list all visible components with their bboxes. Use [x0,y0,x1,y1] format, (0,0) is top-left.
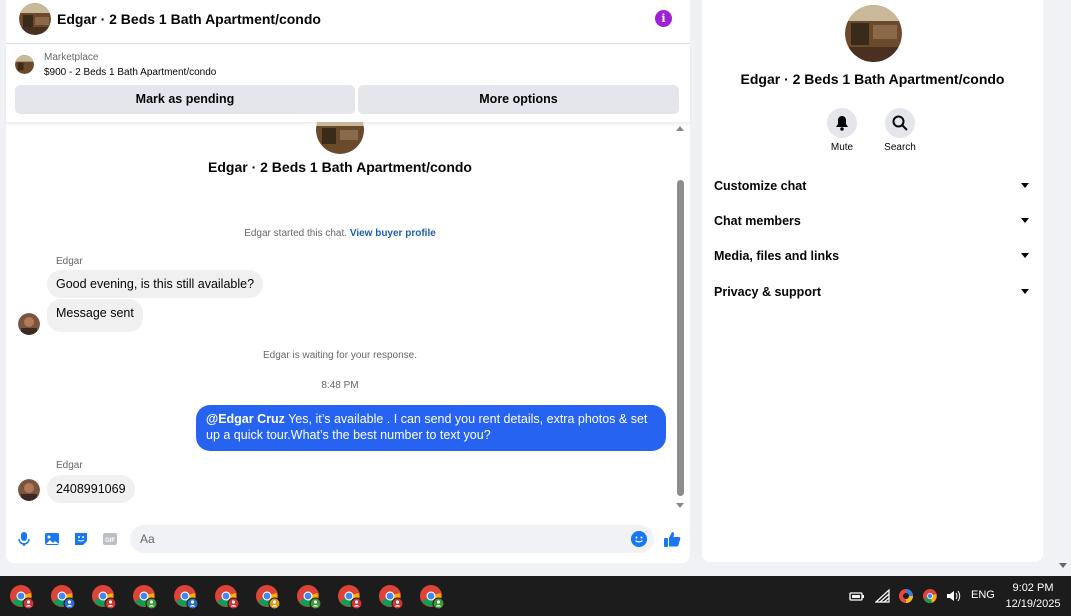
waiting-notice: Edgar is waiting for your response. [263,350,417,361]
chevron-down-icon [1021,253,1029,258]
chrome-profile-taskbar-icon[interactable] [296,584,322,610]
section-customize-chat[interactable]: Customize chat [714,179,1031,199]
search-label: Search [884,142,916,153]
message-input[interactable] [130,525,654,553]
sender-name: Edgar [56,256,83,267]
mute-button[interactable]: Mute [817,108,867,153]
section-label: Chat members [714,214,801,228]
sender-avatar[interactable] [18,479,40,501]
listing-price-title[interactable]: $900 - 2 Beds 1 Bath Apartment/condo [44,67,216,78]
incoming-message[interactable]: 2408991069 [47,475,135,503]
bell-icon [836,116,848,131]
chat-header: Edgar · 2 Beds 1 Bath Apartment/condo i [6,0,690,44]
chat-started-text: Edgar started this chat. [244,228,348,239]
chrome-profile-taskbar-icon[interactable] [50,584,76,610]
chat-info-panel: Edgar · 2 Beds 1 Bath Apartment/condo Mu… [702,0,1043,562]
chrome-profile-taskbar-icon[interactable] [91,584,117,610]
emoji-icon[interactable] [631,531,647,547]
section-chat-members[interactable]: Chat members [714,214,1031,234]
listing-thumbnail[interactable] [15,55,34,74]
section-label: Media, files and links [714,249,840,263]
photo-icon[interactable] [44,531,60,547]
language-indicator[interactable]: ENG [971,589,995,601]
chrome-profile-taskbar-icon[interactable] [214,584,240,610]
taskbar: ENG 9:02 PM 12/19/2025 [0,576,1071,616]
scroll-down-arrow[interactable] [676,503,684,508]
marketplace-strip: Marketplace $900 - 2 Beds 1 Bath Apartme… [6,45,690,122]
chevron-down-icon [1021,218,1029,223]
profile-avatar[interactable] [845,5,902,62]
chevron-down-icon [1021,183,1029,188]
mute-circle[interactable] [827,108,857,138]
incoming-message[interactable]: Message sent [47,299,143,332]
composer: GIF [6,520,690,558]
sender-avatar[interactable] [18,313,40,335]
profile-title: Edgar · 2 Beds 1 Bath Apartment/condo [740,71,1005,87]
chrome-profile-taskbar-icon[interactable] [9,584,35,610]
gif-icon[interactable]: GIF [102,531,118,547]
section-label: Customize chat [714,179,807,193]
section-label: Privacy & support [714,285,821,299]
chrome-profile-taskbar-icon[interactable] [378,584,404,610]
mute-label: Mute [830,142,854,153]
thumbs-up-icon[interactable] [663,530,681,548]
view-buyer-profile-link[interactable]: View buyer profile [350,228,436,239]
incoming-message[interactable]: Good evening, is this still available? [47,270,264,298]
chat-started-notice: Edgar started this chat. View buyer prof… [6,228,674,239]
wifi-icon[interactable] [875,588,891,604]
volume-icon[interactable] [945,588,961,604]
mark-as-pending-button[interactable]: Mark as pending [15,85,355,114]
mention[interactable]: @Edgar Cruz [206,412,285,426]
outgoing-message[interactable]: @Edgar Cruz Yes, it’s available . I can … [196,405,666,451]
sticker-icon[interactable] [73,531,89,547]
page-scroll-down-arrow[interactable] [1059,563,1067,568]
battery-icon[interactable] [849,588,865,604]
clock-time: 9:02 PM [1012,582,1054,594]
microphone-icon[interactable] [16,531,32,547]
search-icon [892,115,908,131]
more-options-button[interactable]: More options [358,85,679,114]
chrome-profile-taskbar-icon[interactable] [419,584,445,610]
scroll-up-arrow[interactable] [676,126,684,131]
conversation-avatar [316,122,364,154]
svg-text:GIF: GIF [105,538,115,544]
conversation-title: Edgar · 2 Beds 1 Bath Apartment/condo [208,159,472,175]
message-list: Edgar · 2 Beds 1 Bath Apartment/condo Ed… [6,122,690,512]
chrome-profile-taskbar-icon[interactable] [337,584,363,610]
message-timestamp: 8:48 PM [321,380,359,391]
chrome-profile-taskbar-icon[interactable] [132,584,158,610]
chat-panel: Edgar · 2 Beds 1 Bath Apartment/condo i … [6,0,690,563]
color-app-tray-icon[interactable] [898,588,914,604]
search-circle[interactable] [885,108,915,138]
info-icon[interactable]: i [655,10,672,27]
section-privacy-support[interactable]: Privacy & support [714,285,1031,305]
chat-title[interactable]: Edgar · 2 Beds 1 Bath Apartment/condo [57,11,321,27]
section-media-files-links[interactable]: Media, files and links [714,249,1031,269]
chrome-tray-icon[interactable] [922,588,938,604]
chrome-profile-taskbar-icon[interactable] [173,584,199,610]
chrome-profile-taskbar-icon[interactable] [255,584,281,610]
marketplace-label: Marketplace [44,52,99,63]
chevron-down-icon [1021,289,1029,294]
clock[interactable]: 9:02 PM 12/19/2025 [1003,580,1063,612]
clock-date: 12/19/2025 [1005,598,1061,610]
search-button[interactable]: Search [875,108,925,153]
sender-name: Edgar [56,460,83,471]
contact-avatar[interactable] [19,3,51,35]
message-scrollbar-thumb[interactable] [677,180,684,496]
